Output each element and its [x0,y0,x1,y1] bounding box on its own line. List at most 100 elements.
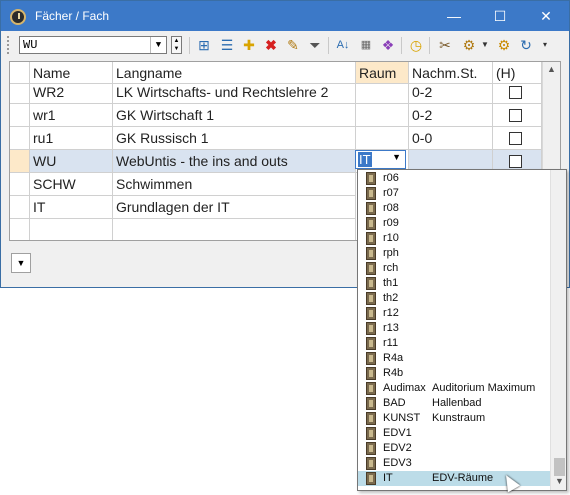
cell-name[interactable]: wr1 [30,104,113,127]
list-item-selected[interactable]: IT EDV-Räume [358,471,550,486]
spinner-control[interactable]: ▲ ▼ [171,36,182,54]
list-item[interactable]: rph [358,246,550,261]
list-item[interactable]: r12 [358,306,550,321]
door-icon [366,202,376,215]
app-clock-icon [10,9,26,25]
cell-h[interactable] [493,104,542,127]
door-icon [366,292,376,305]
cell-langname[interactable]: GK Wirtschaft 1 [113,104,356,127]
row-indicator[interactable] [10,127,30,150]
list-item[interactable]: EDV2 [358,441,550,456]
door-icon [366,382,376,395]
scroll-thumb[interactable] [554,458,565,476]
filter-icon[interactable]: ⏷ [307,37,323,53]
cell-raum[interactable] [356,127,409,150]
chevron-down-icon[interactable]: ▼ [477,37,493,53]
row-indicator-new[interactable] [10,219,30,240]
list-item[interactable]: r07 [358,186,550,201]
group-icon[interactable]: ❖ [380,37,396,53]
checkbox[interactable] [509,132,522,145]
cell-name[interactable] [30,219,113,240]
chevron-down-icon[interactable]: ▼ [392,152,401,162]
cell-name[interactable]: WR2 [30,81,113,104]
door-icon [366,307,376,320]
raum-combo-editor[interactable]: IT ▼ [355,150,406,169]
settings-icon[interactable]: ⚙ [461,37,477,53]
cell-langname[interactable]: WebUntis - the ins and outs [113,150,356,173]
checkbox[interactable] [509,155,522,168]
cell-nachm[interactable]: 0-2 [409,104,493,127]
cell-langname[interactable]: Grundlagen der IT [113,196,356,219]
delete-icon[interactable]: ✖ [263,37,279,53]
list-item[interactable]: rch [358,261,550,276]
door-icon [366,427,376,440]
list-item[interactable]: th1 [358,276,550,291]
list-item[interactable]: Audimax Auditorium Maximum [358,381,550,396]
row-indicator[interactable] [10,173,30,196]
select-all-icon[interactable]: ▦ [358,37,374,53]
cell-name[interactable]: ru1 [30,127,113,150]
cell-langname[interactable]: Schwimmen [113,173,356,196]
list-item[interactable]: R4a [358,351,550,366]
sort-icon[interactable]: A↓ [335,37,351,53]
list-icon[interactable]: ☰ [219,37,235,53]
cell-langname[interactable]: GK Russisch 1 [113,127,356,150]
list-item[interactable]: r08 [358,201,550,216]
chevron-down-icon[interactable]: ▼ [150,37,166,53]
cell-name[interactable]: SCHW [30,173,113,196]
refresh-icon[interactable]: ↻ [518,37,534,53]
list-item[interactable]: KUNST Kunstraum [358,411,550,426]
toolbar-grip[interactable] [7,36,11,54]
row-indicator[interactable] [10,196,30,219]
row-indicator-current[interactable] [10,150,30,173]
bottom-dropdown-button[interactable]: ▼ [11,253,31,273]
door-icon [366,412,376,425]
cell-raum[interactable] [356,104,409,127]
list-item[interactable]: r06 [358,171,550,186]
toolbar-separator [401,37,402,54]
list-item[interactable]: r09 [358,216,550,231]
row-indicator[interactable] [10,84,30,104]
checkbox[interactable] [509,86,522,99]
checkbox[interactable] [509,109,522,122]
cell-nachm[interactable]: 0-2 [409,81,493,104]
cell-nachm[interactable]: 0-0 [409,127,493,150]
list-item[interactable]: r13 [358,321,550,336]
list-item[interactable]: r10 [358,231,550,246]
minimize-button[interactable]: — [431,1,477,31]
row-indicator[interactable] [10,104,30,127]
scroll-up-icon[interactable]: ▲ [547,64,556,74]
cell-h[interactable] [493,127,542,150]
list-item[interactable]: EDV1 [358,426,550,441]
list-item[interactable]: BAD Hallenbad [358,396,550,411]
raum-editor-value[interactable]: IT [358,152,372,167]
cell-name[interactable]: WU [30,150,113,173]
edit-doc-icon[interactable]: ✎ [285,37,301,53]
door-icon [366,232,376,245]
new-icon[interactable]: ✚ [241,37,257,53]
filter-combo[interactable]: WU ▼ [19,36,167,54]
list-item[interactable]: R4b [358,366,550,381]
dropdown-scrollbar[interactable]: ▼ [550,170,566,490]
door-icon [366,187,376,200]
tools-icon[interactable]: ✂ [437,37,453,53]
cell-langname[interactable]: LK Wirtschafts- und Rechtslehre 2 [113,81,356,104]
cell-langname[interactable] [113,219,356,240]
scroll-down-icon[interactable]: ▼ [555,476,564,486]
raum-dropdown-list[interactable]: r06 r07 r08 r09 r10 rph rch th1 th2 r12 … [357,169,567,491]
close-button[interactable]: ✕ [523,1,569,31]
cell-raum[interactable] [356,81,409,104]
grid-add-icon[interactable]: ⊞ [196,37,212,53]
door-icon [366,472,376,485]
list-item[interactable]: r11 [358,336,550,351]
title-bar[interactable]: Fächer / Fach — ☐ ✕ [1,1,569,31]
cell-name[interactable]: IT [30,196,113,219]
chevron-down-icon[interactable]: ▾ [537,37,553,53]
door-icon [366,352,376,365]
list-item[interactable]: EDV3 [358,456,550,471]
gear-icon[interactable]: ⚙ [496,37,512,53]
maximize-button[interactable]: ☐ [477,1,523,31]
cell-h[interactable] [493,81,542,104]
list-item[interactable]: th2 [358,291,550,306]
clock-icon[interactable]: ◷ [408,37,424,53]
